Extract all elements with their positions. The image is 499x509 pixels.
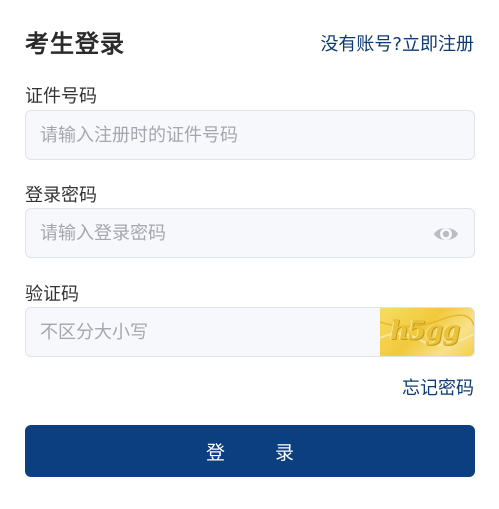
id-number-field-wrapper (25, 110, 475, 160)
register-link[interactable]: 没有账号?立即注册 (320, 30, 474, 56)
id-number-input[interactable] (26, 111, 474, 159)
password-label: 登录密码 (25, 185, 97, 206)
password-input[interactable] (26, 209, 474, 257)
captcha-text: h5gg (390, 316, 460, 346)
captcha-image[interactable]: h5gg (380, 308, 474, 356)
page-title: 考生登录 (25, 30, 125, 58)
id-number-label: 证件号码 (25, 86, 97, 107)
login-button[interactable]: 登 录 (25, 425, 475, 477)
captcha-field-wrapper: h5gg (25, 307, 475, 357)
eye-icon[interactable] (432, 222, 460, 246)
password-field-wrapper (25, 208, 475, 258)
forgot-password-link[interactable]: 忘记密码 (402, 374, 474, 400)
captcha-label: 验证码 (25, 284, 79, 305)
